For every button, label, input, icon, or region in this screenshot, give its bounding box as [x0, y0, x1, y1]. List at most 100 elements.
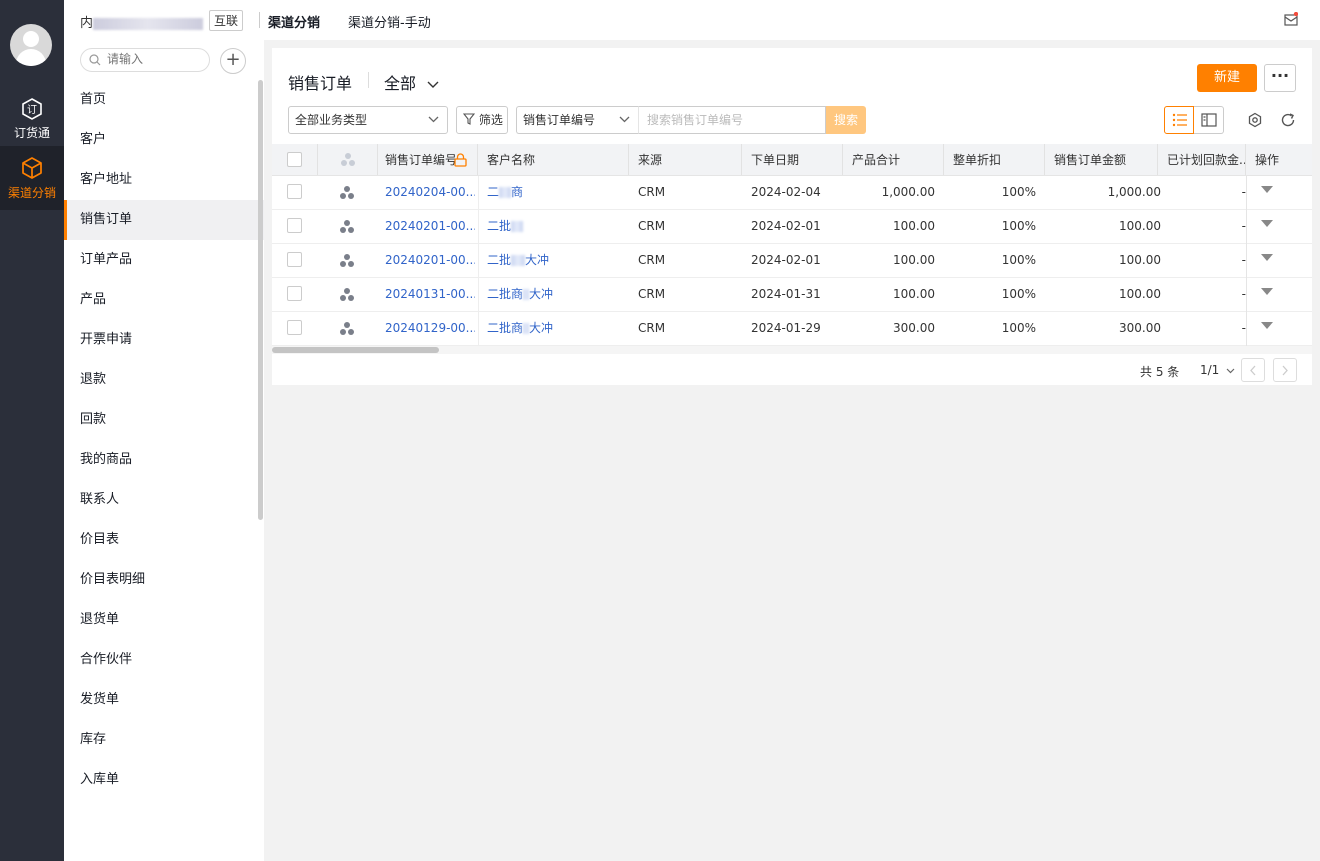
status-dots-icon	[340, 186, 354, 199]
col-source[interactable]: 来源	[629, 144, 742, 175]
top-bar: 内 互联 渠道分销 渠道分销-手动	[64, 0, 1320, 40]
col-discount[interactable]: 整单折扣	[944, 144, 1045, 175]
search-input[interactable]: 搜索销售订单编号	[638, 106, 826, 134]
chevron-down-icon	[619, 116, 630, 123]
row-checkbox[interactable]	[287, 218, 302, 233]
order-no-link[interactable]: 20240201-00...	[385, 210, 475, 243]
menu-item-order-product[interactable]: 订单产品	[64, 240, 264, 280]
more-button[interactable]: ···	[1264, 64, 1296, 92]
list-icon	[1172, 113, 1187, 127]
customer-link[interactable]: 二批	[487, 210, 627, 243]
list-view-toggle[interactable]	[1164, 106, 1194, 134]
col-planned-payment[interactable]: 已计划回款金...	[1158, 144, 1246, 175]
select-all-checkbox[interactable]	[287, 152, 302, 167]
chevron-left-icon	[1250, 365, 1256, 376]
table-row[interactable]: 20240131-00... 二批商 大冲 CRM 2024-01-31 100.…	[272, 278, 1312, 312]
menu-item-refund[interactable]: 退款	[64, 360, 264, 400]
table-row[interactable]: 20240129-00... 二批商 大冲 CRM 2024-01-29 300.…	[272, 312, 1312, 346]
menu-search	[80, 48, 210, 72]
menu-item-price-list-detail[interactable]: 价目表明细	[64, 560, 264, 600]
table-row[interactable]: 20240201-00... 二批 CRM 2024-02-01 100.00 …	[272, 210, 1312, 244]
customer-link[interactable]: 二批商 大冲	[487, 312, 627, 345]
table-row[interactable]: 20240204-00... 二商 CRM 2024-02-04 1,000.0…	[272, 176, 1312, 210]
menu-search-input[interactable]	[107, 52, 203, 66]
menu-item-customer[interactable]: 客户	[64, 120, 264, 160]
menu-item-inventory[interactable]: 库存	[64, 720, 264, 760]
notification-icon[interactable]	[1284, 12, 1298, 26]
menu-item-product[interactable]: 产品	[64, 280, 264, 320]
row-action-caret-icon[interactable]	[1261, 186, 1273, 194]
row-checkbox[interactable]	[287, 286, 302, 301]
order-box-icon: 订	[22, 98, 42, 120]
status-dots-icon	[340, 220, 354, 233]
menu-item-invoice[interactable]: 开票申请	[64, 320, 264, 360]
row-checkbox[interactable]	[287, 320, 302, 335]
split-view-toggle[interactable]	[1194, 106, 1224, 134]
order-no-link[interactable]: 20240129-00...	[385, 312, 475, 345]
menu-item-return[interactable]: 退货单	[64, 600, 264, 640]
col-order-date[interactable]: 下单日期	[742, 144, 843, 175]
menu-item-my-goods[interactable]: 我的商品	[64, 440, 264, 480]
pager-page-select[interactable]: 1/1	[1200, 363, 1235, 377]
gear-icon[interactable]	[1247, 112, 1263, 128]
menu-scrollbar[interactable]	[258, 80, 263, 520]
new-button[interactable]: 新建	[1197, 64, 1257, 92]
row-action-caret-icon[interactable]	[1261, 220, 1273, 228]
chevron-down-icon	[427, 81, 439, 88]
app-tab-channel-manual[interactable]: 渠道分销-手动	[348, 12, 431, 31]
menu-list: 首页 客户 客户地址 销售订单 订单产品 产品 开票申请 退款 回款 我的商品 …	[64, 80, 264, 800]
interconnect-tag: 互联	[209, 10, 244, 31]
row-action-caret-icon[interactable]	[1261, 254, 1273, 262]
customer-link[interactable]: 二商	[487, 176, 627, 209]
page-title: 销售订单	[288, 74, 353, 93]
status-dots-icon	[340, 288, 354, 301]
app-rail: 订 订货通 渠道分销	[0, 0, 64, 861]
rail-item-label: 订货通	[13, 126, 50, 140]
col-product-total[interactable]: 产品合计	[843, 144, 944, 175]
row-checkbox[interactable]	[287, 184, 302, 199]
chevron-right-icon	[1282, 365, 1288, 376]
order-no-link[interactable]: 20240201-00...	[385, 244, 475, 277]
next-page-button[interactable]	[1273, 358, 1297, 382]
split-view-icon	[1201, 113, 1217, 127]
menu-item-delivery[interactable]: 发货单	[64, 680, 264, 720]
lock-icon	[454, 153, 467, 167]
user-avatar[interactable]	[10, 24, 52, 66]
col-customer[interactable]: 客户名称	[478, 144, 629, 175]
org-name[interactable]: 内	[80, 12, 204, 31]
prev-page-button[interactable]	[1241, 358, 1265, 382]
row-action-caret-icon[interactable]	[1261, 288, 1273, 296]
business-type-select[interactable]: 全部业务类型	[288, 106, 448, 134]
scope-dropdown[interactable]: 全部	[384, 70, 439, 94]
col-amount[interactable]: 销售订单金额	[1045, 144, 1158, 175]
table-row[interactable]: 20240201-00... 二批 大冲 CRM 2024-02-01 100.0…	[272, 244, 1312, 278]
menu-item-customer-address[interactable]: 客户地址	[64, 160, 264, 200]
customer-link[interactable]: 二批商 大冲	[487, 278, 627, 311]
customer-link[interactable]: 二批 大冲	[487, 244, 627, 277]
search-button[interactable]: 搜索	[826, 106, 866, 134]
pager-total: 共 5 条	[1140, 365, 1180, 379]
menu-item-payment[interactable]: 回款	[64, 400, 264, 440]
add-menu-button[interactable]: +	[220, 48, 246, 74]
order-no-link[interactable]: 20240131-00...	[385, 278, 475, 311]
order-no-link[interactable]: 20240204-00...	[385, 176, 475, 209]
status-dots-icon	[340, 322, 354, 335]
menu-item-contact[interactable]: 联系人	[64, 480, 264, 520]
filter-icon	[462, 113, 476, 125]
menu-item-inbound[interactable]: 入库单	[64, 760, 264, 800]
filter-button[interactable]: 筛选	[456, 106, 508, 134]
rail-item-order[interactable]: 订 订货通	[0, 98, 64, 150]
row-action-caret-icon[interactable]	[1261, 322, 1273, 330]
refresh-icon[interactable]	[1280, 112, 1296, 128]
menu-item-home[interactable]: 首页	[64, 80, 264, 120]
row-checkbox[interactable]	[287, 252, 302, 267]
chevron-down-icon	[428, 116, 439, 123]
table-horizontal-scrollbar[interactable]	[272, 346, 1312, 354]
menu-item-price-list[interactable]: 价目表	[64, 520, 264, 560]
menu-item-sales-order[interactable]: 销售订单	[64, 200, 264, 240]
search-field-select[interactable]: 销售订单编号	[516, 106, 638, 134]
app-tab-channel[interactable]: 渠道分销	[268, 12, 320, 31]
rail-item-channel[interactable]: 渠道分销	[0, 146, 64, 210]
table-header: 销售订单编号 客户名称 来源 下单日期 产品合计 整单折扣 销售订单金额 已计划…	[272, 144, 1312, 176]
menu-item-partner[interactable]: 合作伙伴	[64, 640, 264, 680]
